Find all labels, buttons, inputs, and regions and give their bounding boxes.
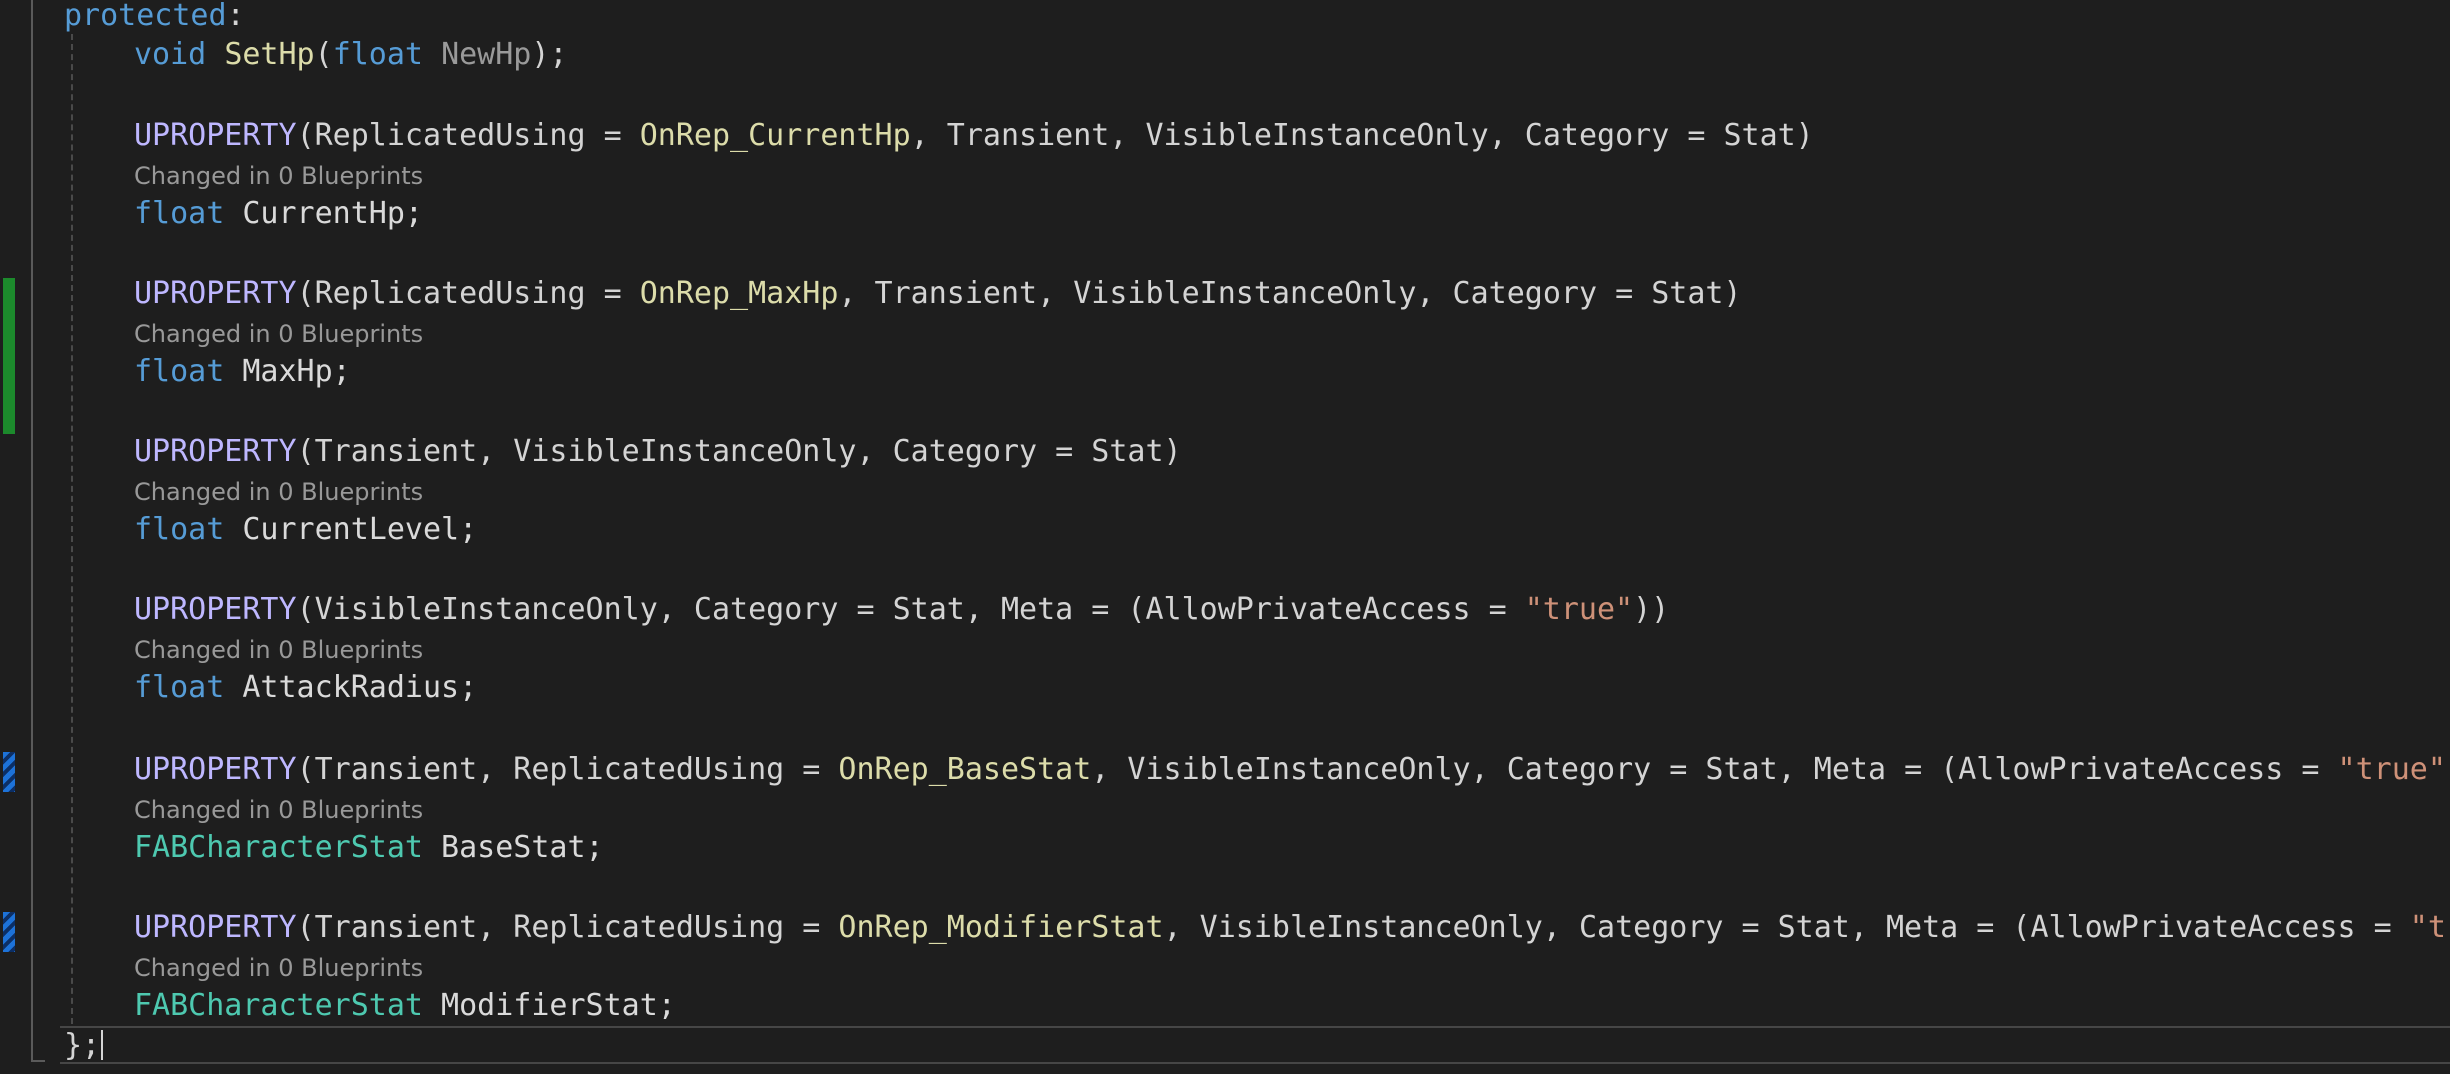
code-line[interactable]: UPROPERTY(ReplicatedUsing = OnRep_Curren… <box>134 118 1814 154</box>
codelens-blueprint-references[interactable]: Changed in 0 Blueprints <box>134 319 423 349</box>
code-line[interactable]: float MaxHp; <box>134 354 351 390</box>
macro: UPROPERTY <box>134 910 297 945</box>
code-text: , VisibleInstanceOnly, Category = Stat, … <box>1091 752 2338 787</box>
codelens-blueprint-references[interactable]: Changed in 0 Blueprints <box>134 635 423 665</box>
code-text: (VisibleInstanceOnly, Category = Stat, M… <box>296 592 1525 627</box>
codelens-blueprint-references[interactable]: Changed in 0 Blueprints <box>134 161 423 191</box>
code-line[interactable]: UPROPERTY(Transient, VisibleInstanceOnly… <box>134 434 1182 470</box>
type-name: FABCharacterStat <box>134 830 423 865</box>
punctuation: ); <box>531 37 568 72</box>
variable-name: AttackRadius; <box>224 670 478 705</box>
macro: UPROPERTY <box>134 276 297 311</box>
outline-collapse-line <box>31 0 33 1062</box>
macro: UPROPERTY <box>134 752 297 787</box>
current-line-highlight <box>60 1026 2450 1064</box>
variable-name: BaseStat; <box>422 830 604 865</box>
keyword: protected <box>64 0 227 33</box>
code-text: )) <box>2446 752 2450 787</box>
function-name: OnRep_BaseStat <box>838 752 1092 787</box>
code-line[interactable]: FABCharacterStat BaseStat; <box>134 830 604 866</box>
macro: UPROPERTY <box>134 592 297 627</box>
code-text: (Transient, ReplicatedUsing = <box>296 752 839 787</box>
text-cursor <box>101 1030 103 1060</box>
code-text: , VisibleInstanceOnly, Category = Stat, … <box>1163 910 2410 945</box>
string-literal: "true" <box>1524 592 1634 627</box>
macro: UPROPERTY <box>134 434 297 469</box>
parameter-name: NewHp <box>441 37 532 72</box>
function-name: OnRep_CurrentHp <box>639 118 911 153</box>
variable-name: CurrentHp; <box>224 196 423 231</box>
type-name: FABCharacterStat <box>134 988 423 1023</box>
string-literal: "true" <box>2337 752 2446 787</box>
punctuation: : <box>226 0 245 33</box>
code-line[interactable]: UPROPERTY(Transient, ReplicatedUsing = O… <box>134 910 2450 946</box>
code-line[interactable]: FABCharacterStat ModifierStat; <box>134 988 676 1024</box>
outline-collapse-end <box>31 1060 45 1062</box>
modified-line-marker[interactable] <box>3 752 15 792</box>
code-line[interactable]: float AttackRadius; <box>134 670 477 706</box>
access-specifier-line[interactable]: protected: <box>64 0 245 34</box>
added-lines-marker[interactable] <box>3 278 15 434</box>
code-line[interactable]: UPROPERTY(Transient, ReplicatedUsing = O… <box>134 752 2450 788</box>
code-text: , Transient, VisibleInstanceOnly, Catego… <box>910 118 1814 153</box>
code-line[interactable]: UPROPERTY(ReplicatedUsing = OnRep_MaxHp,… <box>134 276 1742 312</box>
variable-name: CurrentLevel; <box>224 512 478 547</box>
code-text: (ReplicatedUsing = <box>296 118 640 153</box>
code-text: )) <box>1633 592 1670 627</box>
keyword: float <box>332 37 423 72</box>
codelens-blueprint-references[interactable]: Changed in 0 Blueprints <box>134 477 423 507</box>
code-line[interactable]: float CurrentHp; <box>134 196 423 232</box>
code-line[interactable]: void SetHp(float NewHp); <box>134 37 568 73</box>
function-name: OnRep_MaxHp <box>639 276 839 311</box>
codelens-blueprint-references[interactable]: Changed in 0 Blueprints <box>134 795 423 825</box>
code-editor[interactable]: protected: void SetHp(float NewHp); UPRO… <box>0 0 2450 1074</box>
code-line[interactable]: UPROPERTY(VisibleInstanceOnly, Category … <box>134 592 1669 628</box>
indent-guide <box>71 34 73 1024</box>
function-name: SetHp <box>224 37 315 72</box>
code-text: , Transient, VisibleInstanceOnly, Catego… <box>838 276 1742 311</box>
code-text: (Transient, ReplicatedUsing = <box>296 910 839 945</box>
modified-line-marker[interactable] <box>3 912 15 952</box>
macro: UPROPERTY <box>134 118 297 153</box>
keyword: float <box>134 512 225 547</box>
code-text: (Transient, VisibleInstanceOnly, Categor… <box>296 434 1182 469</box>
variable-name: ModifierStat; <box>422 988 676 1023</box>
keyword: float <box>134 670 225 705</box>
codelens-blueprint-references[interactable]: Changed in 0 Blueprints <box>134 953 423 983</box>
keyword: void <box>134 37 207 72</box>
code-line[interactable]: float CurrentLevel; <box>134 512 477 548</box>
code-text: (ReplicatedUsing = <box>296 276 640 311</box>
keyword: float <box>134 354 225 389</box>
punctuation: ( <box>314 37 333 72</box>
keyword: float <box>134 196 225 231</box>
variable-name: MaxHp; <box>224 354 351 389</box>
function-name: OnRep_ModifierStat <box>838 910 1164 945</box>
closing-brace-line[interactable]: }; <box>64 1028 100 1064</box>
string-literal: "true" <box>2409 910 2450 945</box>
